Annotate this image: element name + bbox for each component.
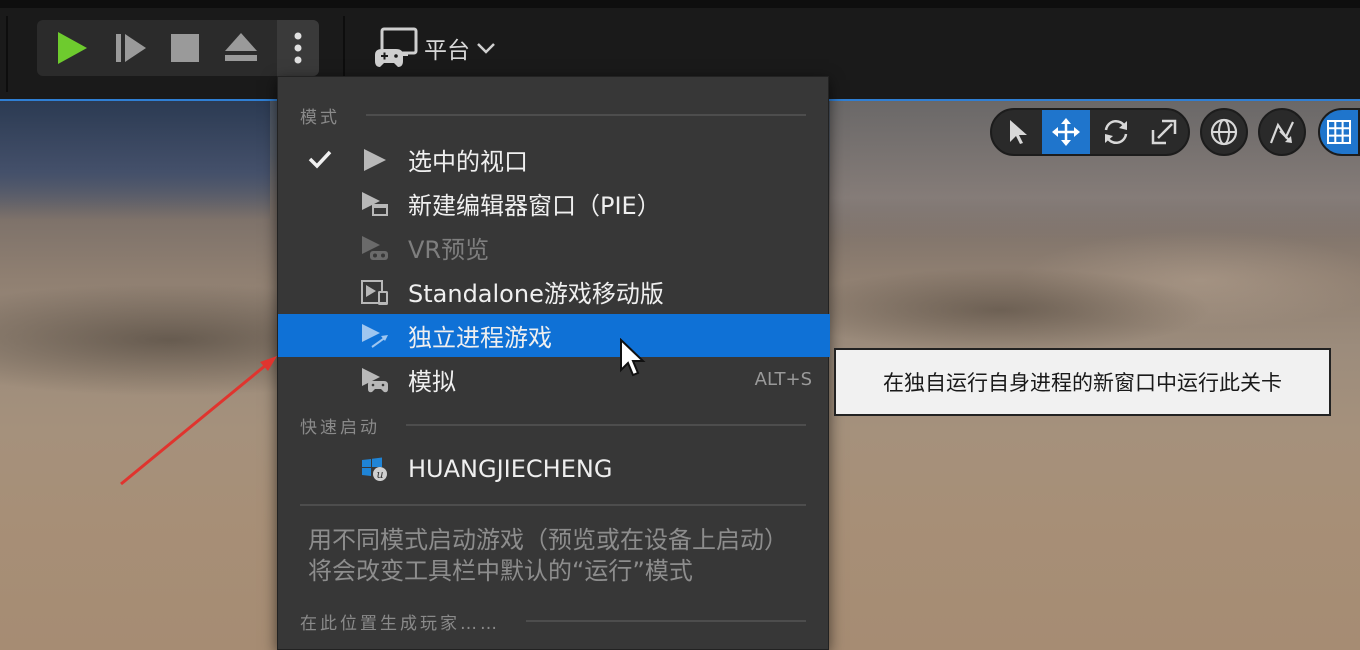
stop-button[interactable]	[161, 20, 209, 76]
menu-item-label: 独立进程游戏	[408, 324, 552, 352]
play-button[interactable]	[47, 20, 97, 76]
menu-item-simulate[interactable]: 模拟 ALT+S	[278, 358, 830, 401]
play-options-button[interactable]	[277, 20, 319, 76]
play-outline-icon	[364, 149, 386, 171]
section-rule	[406, 424, 806, 426]
grid-icon	[1327, 120, 1351, 144]
section-rule	[366, 114, 806, 116]
toolbar-separator	[6, 16, 8, 92]
menu-item-tooltip: 在独自运行自身进程的新窗口中运行此关卡	[834, 348, 1331, 416]
platform-monitor-gamepad-icon	[375, 27, 418, 67]
standalone-play-icon	[362, 324, 388, 348]
menu-item-shortcut: ALT+S	[754, 369, 812, 390]
tooltip-text: 在独自运行自身进程的新窗口中运行此关卡	[883, 371, 1282, 395]
vr-headset-icon	[362, 236, 388, 260]
section-header-label: 模式	[300, 107, 340, 128]
frame-advance-button[interactable]	[107, 20, 155, 76]
section-header-mode: 模式	[300, 103, 806, 128]
select-icon	[1010, 120, 1027, 144]
rotate-tool-button[interactable]	[1092, 110, 1140, 154]
play-controls-group	[37, 20, 319, 76]
rotate-icon	[1104, 120, 1128, 144]
windows-unreal-icon: u	[362, 457, 387, 481]
move-tool-button[interactable]	[1042, 110, 1090, 154]
checkmark-icon	[308, 150, 332, 169]
world-space-icon	[1210, 118, 1238, 146]
platforms-label: 平台	[424, 38, 470, 64]
simulate-gamepad-icon	[362, 368, 388, 393]
more-vertical-icon	[294, 32, 302, 64]
mobile-play-icon	[361, 280, 388, 305]
viewport-sky	[0, 100, 270, 220]
menu-hint-text: 用不同模式启动游戏（预览或在设备上启动）将会改变工具栏中默认的“运行”模式	[308, 526, 788, 585]
window-top-strip	[0, 0, 1360, 8]
svg-text:u: u	[376, 468, 383, 481]
menu-item-label: 新建编辑器窗口（PIE）	[408, 192, 661, 220]
surface-snap-button[interactable]	[1258, 108, 1306, 156]
select-tool-button[interactable]	[994, 110, 1042, 154]
play-icon	[58, 32, 87, 64]
menu-item-label: VR预览	[408, 236, 490, 264]
scale-tool-button[interactable]	[1140, 110, 1188, 154]
mouse-cursor-icon	[620, 338, 646, 377]
platforms-button[interactable]: 平台	[372, 20, 522, 76]
menu-item-label: Standalone游戏移动版	[408, 280, 664, 308]
new-window-play-icon	[362, 192, 388, 216]
menu-item-label: 模拟	[408, 368, 456, 396]
surface-snap-icon	[1269, 121, 1294, 144]
menu-item-new-editor-window[interactable]: 新建编辑器窗口（PIE）	[278, 182, 830, 225]
menu-item-standalone-mobile[interactable]: Standalone游戏移动版	[278, 270, 830, 313]
stop-icon	[171, 34, 199, 62]
menu-item-standalone-game[interactable]: 独立进程游戏	[278, 314, 830, 357]
eject-icon	[225, 33, 257, 61]
menu-item-label: HUANGJIECHENG	[408, 454, 613, 483]
eject-button[interactable]	[217, 20, 265, 76]
menu-item-vr-preview[interactable]: VR预览	[278, 226, 830, 269]
play-options-menu: 模式 选中的视口 新建编辑器窗口（PIE） VR预览 Standalone游戏移…	[277, 76, 830, 650]
scale-icon	[1151, 119, 1177, 145]
menu-item-label: 选中的视口	[408, 148, 528, 176]
section-header-spawn: 在此位置生成玩家……	[300, 609, 806, 634]
transform-tools-group	[990, 108, 1190, 156]
section-header-label: 快速启动	[300, 417, 380, 438]
frame-advance-icon	[116, 34, 146, 62]
section-rule	[526, 620, 806, 622]
chevron-down-icon	[477, 43, 495, 54]
menu-item-quick-launch-device[interactable]: u HUANGJIECHENG	[278, 447, 830, 490]
menu-divider	[300, 504, 806, 506]
grid-snap-button[interactable]	[1318, 108, 1360, 156]
world-space-button[interactable]	[1200, 108, 1248, 156]
menu-item-selected-viewport[interactable]: 选中的视口	[278, 138, 830, 181]
section-header-label: 在此位置生成玩家……	[300, 613, 500, 634]
section-header-quick-launch: 快速启动	[300, 413, 806, 438]
move-icon	[1052, 118, 1080, 146]
